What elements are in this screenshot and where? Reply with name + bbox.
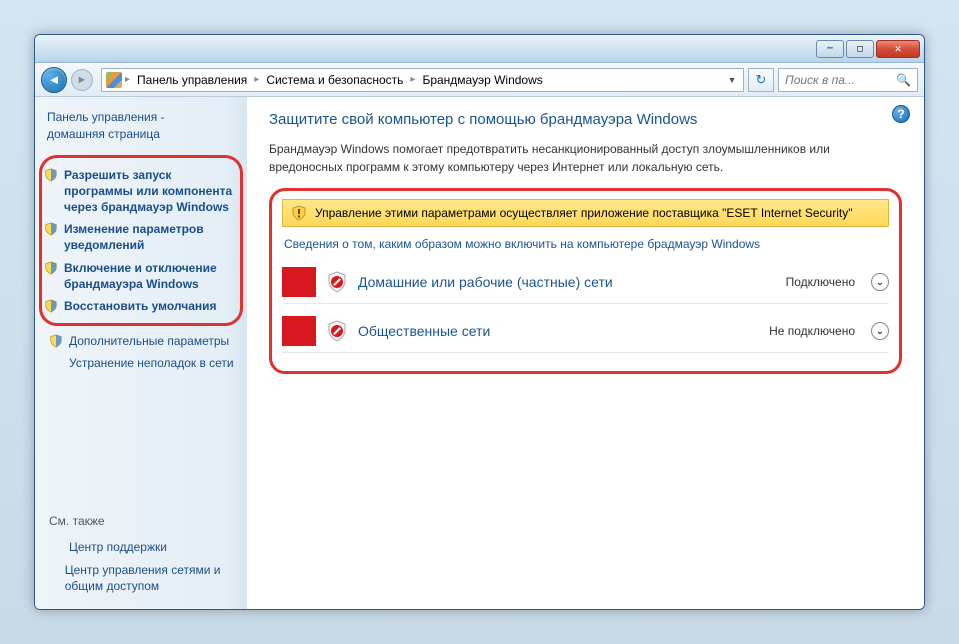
page-title: Защитите свой компьютер с помощью брандм… xyxy=(269,111,902,128)
sidebar-allow-program[interactable]: Разрешить запуск программы или компонент… xyxy=(42,164,238,219)
sidebar-link-label: Изменение параметров уведомлений xyxy=(64,221,236,253)
see-also-label: См. также xyxy=(49,514,243,528)
chevron-down-icon: ⌄ xyxy=(876,277,884,288)
breadcrumb-firewall[interactable]: Брандмауэр Windows xyxy=(418,71,546,89)
sidebar-link-label: Дополнительные параметры xyxy=(69,333,229,349)
address-bar[interactable]: ▸ Панель управления ▸ Система и безопасн… xyxy=(101,68,744,92)
breadcrumb-system-security[interactable]: Система и безопасность xyxy=(262,71,407,89)
network-row-public: Общественные сети Не подключено ⌄ xyxy=(282,310,889,353)
refresh-button[interactable]: ↻ xyxy=(748,68,774,92)
blocked-shield-icon xyxy=(326,320,348,342)
window-body: Панель управления - домашняя страница Ра… xyxy=(35,97,924,609)
main-content: ? Защитите свой компьютер с помощью бран… xyxy=(247,97,924,609)
close-button[interactable]: ✕ xyxy=(876,40,920,58)
sidebar-action-center[interactable]: Центр поддержки xyxy=(47,536,243,558)
search-input[interactable] xyxy=(785,73,892,87)
sidebar-troubleshoot[interactable]: Устранение неполадок в сети xyxy=(47,352,243,374)
sidebar-restore-defaults[interactable]: Восстановить умолчания xyxy=(42,295,238,317)
network-status: Не подключено xyxy=(769,324,855,338)
sidebar: Панель управления - домашняя страница Ра… xyxy=(35,97,247,609)
page-description: Брандмауэр Windows помогает предотвратит… xyxy=(269,140,902,176)
chevron-right-icon: ▸ xyxy=(254,74,259,85)
breadcrumb-control-panel[interactable]: Панель управления xyxy=(133,71,251,89)
shield-icon xyxy=(44,168,58,182)
sidebar-link-label: Восстановить умолчания xyxy=(64,298,217,314)
expand-button[interactable]: ⌄ xyxy=(871,322,889,340)
sidebar-link-label: Разрешить запуск программы или компонент… xyxy=(64,167,236,216)
navigation-bar: ◄ ► ▸ Панель управления ▸ Система и безо… xyxy=(35,63,924,97)
maximize-button[interactable]: □ xyxy=(846,40,874,58)
sidebar-home-line2: домашняя страница xyxy=(47,127,160,141)
sidebar-link-label: Центр управления сетями и общим доступом xyxy=(65,562,241,594)
sidebar-network-center[interactable]: Центр управления сетями и общим доступом xyxy=(47,559,243,597)
network-row-private: Домашние или рабочие (частные) сети Подк… xyxy=(282,261,889,304)
control-panel-window: ─ □ ✕ ◄ ► ▸ Панель управления ▸ Система … xyxy=(34,34,925,610)
minimize-button[interactable]: ─ xyxy=(816,40,844,58)
shield-icon xyxy=(44,261,58,275)
sidebar-link-label: Устранение неполадок в сети xyxy=(69,355,234,371)
network-status: Подключено xyxy=(786,275,855,289)
address-dropdown-icon[interactable]: ▼ xyxy=(725,75,739,85)
control-panel-icon xyxy=(106,72,122,88)
sidebar-highlight-group: Разрешить запуск программы или компонент… xyxy=(39,155,243,327)
chevron-down-icon: ⌄ xyxy=(876,326,884,337)
nav-forward-button[interactable]: ► xyxy=(71,69,93,91)
shield-icon xyxy=(44,222,58,236)
chevron-right-icon: ▸ xyxy=(410,74,415,85)
search-box[interactable]: 🔍 xyxy=(778,68,918,92)
expand-button[interactable]: ⌄ xyxy=(871,273,889,291)
sidebar-link-label: Центр поддержки xyxy=(69,539,167,555)
chevron-right-icon: ▸ xyxy=(125,74,130,85)
shield-icon xyxy=(49,334,63,348)
warning-shield-icon xyxy=(291,205,307,221)
warning-bar: Управление этими параметрами осуществляе… xyxy=(282,199,889,227)
help-button[interactable]: ? xyxy=(892,105,910,123)
sidebar-link-label: Включение и отключение брандмауэра Windo… xyxy=(64,260,236,292)
content-highlight-group: Управление этими параметрами осуществляе… xyxy=(269,188,902,374)
warning-text: Управление этими параметрами осуществляе… xyxy=(315,206,852,220)
sidebar-home-line1: Панель управления - xyxy=(47,110,165,124)
blocked-shield-icon xyxy=(326,271,348,293)
network-name-public[interactable]: Общественные сети xyxy=(358,323,759,339)
sidebar-advanced-settings[interactable]: Дополнительные параметры xyxy=(47,330,243,352)
status-color-block xyxy=(282,267,316,297)
enable-firewall-link[interactable]: Сведения о том, каким образом можно вклю… xyxy=(284,237,760,251)
sidebar-home-link[interactable]: Панель управления - домашняя страница xyxy=(47,109,243,143)
sidebar-notification-settings[interactable]: Изменение параметров уведомлений xyxy=(42,218,238,256)
sidebar-enable-disable[interactable]: Включение и отключение брандмауэра Windo… xyxy=(42,257,238,295)
network-name-private[interactable]: Домашние или рабочие (частные) сети xyxy=(358,274,776,290)
status-color-block xyxy=(282,316,316,346)
shield-icon xyxy=(44,299,58,313)
window-titlebar: ─ □ ✕ xyxy=(35,35,924,63)
search-icon: 🔍 xyxy=(896,73,911,87)
nav-back-button[interactable]: ◄ xyxy=(41,67,67,93)
